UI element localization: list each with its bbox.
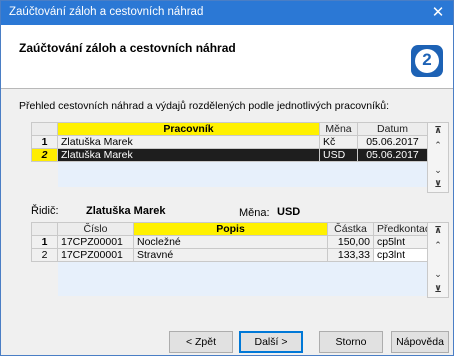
scroll-top-icon[interactable]: ⊼	[428, 225, 448, 236]
currency-value: USD	[277, 206, 301, 218]
cell-amount[interactable]: 150,00	[327, 235, 374, 249]
window-title: Zaúčtování záloh a cestovních náhrad	[9, 6, 204, 18]
grid-corner	[31, 122, 58, 136]
employee-grid-scrollbar[interactable]: ⊼ ⌃ ⌄ ⊻	[427, 122, 449, 193]
cell-code[interactable]: 17CPZ00001	[57, 235, 134, 249]
cell-date[interactable]: 05.06.2017	[357, 135, 428, 149]
next-button[interactable]: Další >	[239, 331, 303, 353]
row-number: 2	[31, 248, 58, 262]
dialog-window: Zaúčtování záloh a cestovních náhrad ✕ Z…	[0, 0, 454, 356]
cell-currency[interactable]: USD	[319, 148, 358, 162]
app-logo-glyph: 2	[422, 50, 432, 69]
cell-currency[interactable]: Kč	[319, 135, 358, 149]
title-bar[interactable]: Zaúčtování záloh a cestovních náhrad ✕	[1, 1, 453, 25]
cell-code[interactable]: 17CPZ00001	[57, 248, 134, 262]
wizard-title: Zaúčtování záloh a cestovních náhrad	[19, 41, 236, 55]
scroll-top-icon[interactable]: ⊼	[428, 125, 448, 136]
cell-prekontace[interactable]: cp5lnt	[373, 235, 428, 249]
scroll-up-icon[interactable]: ⌃	[428, 140, 448, 151]
items-grid-scrollbar[interactable]: ⊼ ⌃ ⌄ ⊻	[427, 222, 449, 298]
items-grid: Číslo Popis Částka Předkontace 1 17CPZ00…	[31, 222, 428, 296]
grid-corner	[31, 222, 58, 236]
scroll-down-icon[interactable]: ⌄	[428, 269, 448, 280]
back-button[interactable]: < Zpět	[169, 331, 233, 353]
currency-label: Měna:	[239, 207, 270, 219]
close-icon[interactable]: ✕	[429, 3, 447, 21]
table-row[interactable]: 1 Zlatuška Marek Kč 05.06.2017	[31, 135, 428, 149]
row-number: 2	[31, 148, 58, 162]
employee-grid: Pracovník Měna Datum 1 Zlatuška Marek Kč…	[31, 122, 428, 187]
cell-prekontace[interactable]: cp3lnt	[373, 248, 428, 262]
cell-name[interactable]: Zlatuška Marek	[57, 135, 320, 149]
driver-value: Zlatuška Marek	[86, 205, 166, 217]
table-row-selected[interactable]: 2 Zlatuška Marek USD 05.06.2017	[31, 148, 428, 162]
cell-name[interactable]: Zlatuška Marek	[57, 148, 320, 162]
scroll-up-icon[interactable]: ⌃	[428, 240, 448, 251]
row-number: 1	[31, 135, 58, 149]
column-header-castka[interactable]: Částka	[327, 222, 374, 236]
scroll-down-icon[interactable]: ⌄	[428, 165, 448, 176]
table-row[interactable]: 2 17CPZ00001 Stravné 133,33 cp3lnt	[31, 248, 428, 262]
column-header-datum[interactable]: Datum	[357, 122, 428, 136]
scroll-bottom-icon[interactable]: ⊻	[428, 284, 448, 295]
column-header-predkontace[interactable]: Předkontace	[373, 222, 428, 236]
column-header-mena[interactable]: Měna	[319, 122, 358, 136]
cell-amount[interactable]: 133,33	[327, 248, 374, 262]
help-button[interactable]: Nápověda	[391, 331, 449, 353]
cancel-button[interactable]: Storno	[319, 331, 383, 353]
cell-description[interactable]: Nocležné	[133, 235, 328, 249]
wizard-header: Zaúčtování záloh a cestovních náhrad 2	[1, 25, 453, 89]
column-header-popis[interactable]: Popis	[133, 222, 328, 236]
column-header-cislo[interactable]: Číslo	[57, 222, 134, 236]
scroll-bottom-icon[interactable]: ⊻	[428, 179, 448, 190]
app-logo-icon: 2	[411, 45, 443, 77]
table-row[interactable]: 1 17CPZ00001 Nocležné 150,00 cp5lnt	[31, 235, 428, 249]
row-number: 1	[31, 235, 58, 249]
column-header-pracovnik[interactable]: Pracovník	[57, 122, 320, 136]
description-text: Přehled cestovních náhrad a výdajů rozdě…	[19, 100, 390, 112]
driver-label: Řidič:	[31, 205, 59, 217]
cell-description[interactable]: Stravné	[133, 248, 328, 262]
cell-date[interactable]: 05.06.2017	[357, 148, 428, 162]
